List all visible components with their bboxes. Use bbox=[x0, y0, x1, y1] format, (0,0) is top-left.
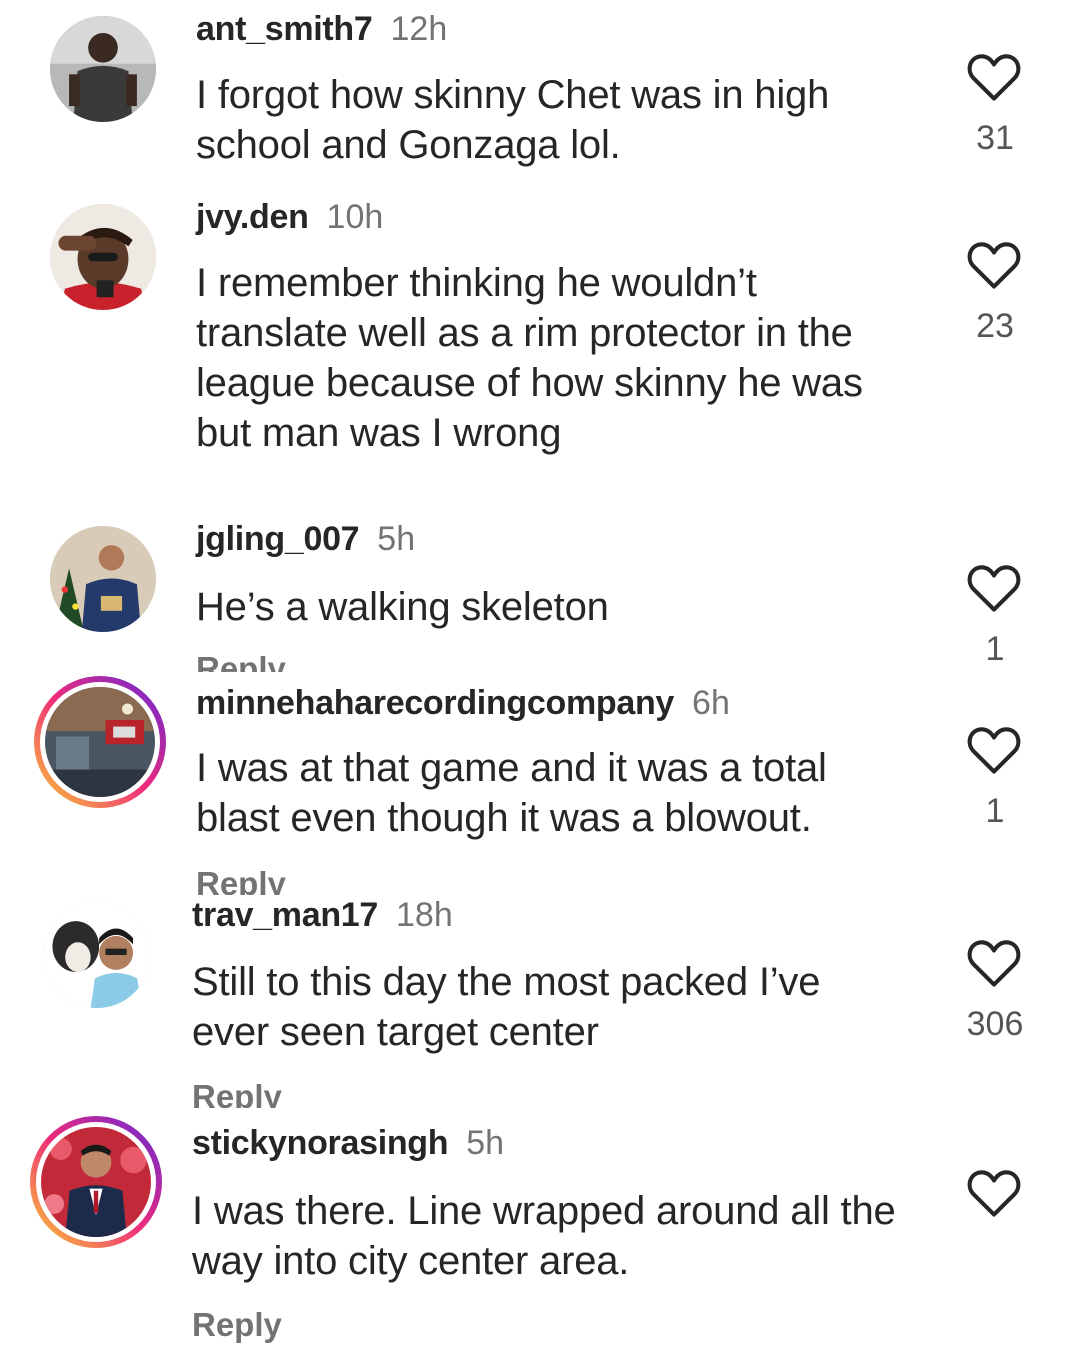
avatar bbox=[41, 1127, 151, 1237]
username[interactable]: trav_man17 bbox=[192, 896, 378, 934]
username[interactable]: minnehaharecordingcompany bbox=[196, 684, 674, 722]
like-count: 1 bbox=[985, 630, 1005, 668]
reply-button[interactable]: Reply bbox=[196, 865, 286, 895]
timestamp: 12h bbox=[390, 10, 448, 48]
username[interactable]: stickynorasingh bbox=[192, 1124, 449, 1162]
timestamp: 5h bbox=[377, 520, 416, 558]
avatar[interactable] bbox=[44, 902, 150, 1008]
like-count: 1 bbox=[985, 792, 1005, 830]
comment-text: I remember thinking he wouldn’t translat… bbox=[196, 261, 863, 455]
timestamp: 10h bbox=[326, 198, 384, 236]
timestamp: 6h bbox=[692, 684, 730, 722]
story-ring[interactable] bbox=[34, 676, 166, 808]
avatar[interactable] bbox=[50, 204, 156, 310]
comment-meta: jvy.den 10h bbox=[196, 198, 383, 237]
comment-meta: stickynorasingh 5h bbox=[192, 1124, 504, 1163]
avatar[interactable] bbox=[50, 16, 156, 122]
heart-outline-icon[interactable] bbox=[966, 240, 1022, 290]
heart-outline-icon[interactable] bbox=[966, 725, 1022, 775]
heart-outline-icon[interactable] bbox=[966, 563, 1022, 613]
like-count: 306 bbox=[966, 1005, 1024, 1043]
avatar[interactable] bbox=[50, 526, 156, 632]
reply-button[interactable]: Reply bbox=[196, 650, 286, 672]
username[interactable]: jvy.den bbox=[196, 198, 309, 236]
comment-text: I was at that game and it was a total bl… bbox=[196, 746, 827, 840]
heart-outline-icon[interactable] bbox=[966, 1168, 1022, 1218]
timestamp: 5h bbox=[466, 1124, 505, 1162]
comment-meta: ant_smith7 12h bbox=[196, 10, 447, 49]
username[interactable]: ant_smith7 bbox=[196, 10, 373, 48]
heart-outline-icon[interactable] bbox=[966, 52, 1022, 102]
comment-text: Still to this day the most packed I’ve e… bbox=[192, 960, 821, 1054]
username[interactable]: jgling_007 bbox=[196, 520, 360, 558]
comment-text: He’s a walking skeleton bbox=[196, 585, 609, 629]
comment-text: I was there. Line wrapped around all the… bbox=[192, 1189, 896, 1283]
heart-outline-icon[interactable] bbox=[966, 938, 1022, 988]
like-count: 31 bbox=[976, 119, 1014, 157]
story-ring[interactable] bbox=[30, 1116, 162, 1248]
like-count: 23 bbox=[976, 307, 1014, 345]
comment-meta: minnehaharecordingcompany 6h bbox=[196, 684, 730, 723]
comment-meta: jgling_007 5h bbox=[196, 520, 415, 559]
reply-button[interactable]: Reply bbox=[192, 1306, 282, 1344]
reply-button[interactable]: Reply bbox=[192, 1078, 282, 1108]
comment-meta: trav_man17 18h bbox=[192, 896, 453, 935]
comment-text: I forgot how skinny Chet was in high sch… bbox=[196, 73, 830, 167]
avatar bbox=[45, 687, 155, 797]
timestamp: 18h bbox=[396, 896, 453, 934]
